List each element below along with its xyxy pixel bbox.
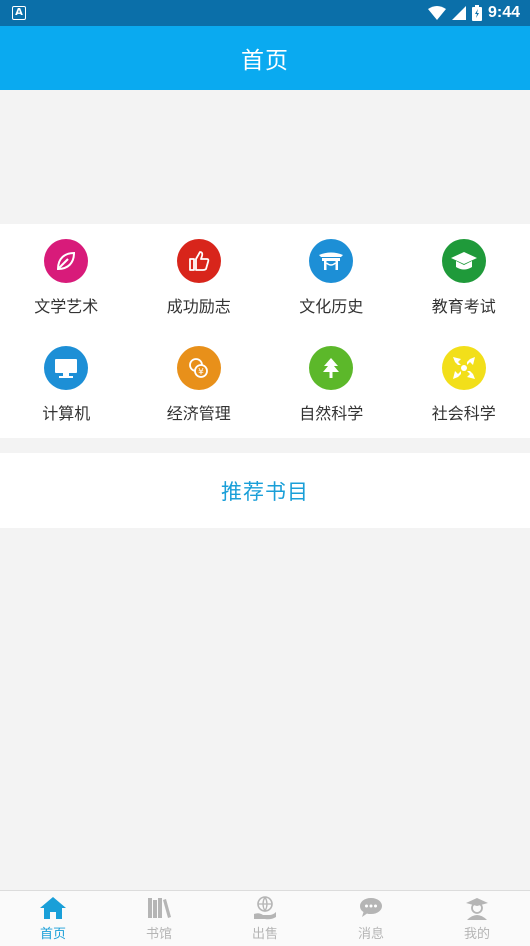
notification-a-icon: A — [12, 6, 26, 20]
recommend-title: 推荐书目 — [221, 479, 309, 504]
thumbs-up-icon — [176, 239, 221, 283]
category-label: 经济管理 — [166, 404, 231, 423]
svg-text:¥: ¥ — [198, 368, 204, 378]
banner[interactable] — [0, 90, 530, 224]
category-label: 文化历史 — [299, 297, 364, 316]
nav-messages[interactable]: 消息 — [318, 891, 424, 946]
nav-label: 首页 — [39, 927, 66, 942]
pavilion-icon — [309, 239, 354, 283]
nav-label: 我的 — [463, 927, 490, 942]
money-bag-icon: ¥ — [176, 346, 221, 390]
nav-label: 书馆 — [145, 927, 172, 942]
category-education-exam[interactable]: 教育考试 — [398, 224, 530, 331]
leaf-icon — [44, 239, 89, 283]
books-icon — [145, 895, 173, 921]
status-time: 9:44 — [487, 4, 520, 21]
status-bar: A 9:44 — [0, 0, 530, 26]
category-label: 成功励志 — [166, 297, 231, 316]
category-success[interactable]: 成功励志 — [133, 224, 266, 331]
category-culture-history[interactable]: 文化历史 — [265, 224, 398, 331]
signal-icon — [451, 6, 466, 20]
category-label: 自然科学 — [299, 404, 364, 423]
category-grid: 文学艺术 成功励志 文化历史 教育考试 计算机 ¥ 经济管理 自然科学 社会科学 — [0, 224, 530, 438]
nav-label: 出售 — [251, 927, 278, 942]
nav-home[interactable]: 首页 — [0, 891, 106, 946]
category-label: 社会科学 — [431, 404, 496, 423]
category-economy-management[interactable]: ¥ 经济管理 — [133, 331, 266, 438]
page-title: 首页 — [241, 48, 289, 74]
monitor-icon — [44, 346, 89, 390]
category-label: 教育考试 — [431, 297, 496, 316]
category-label: 计算机 — [42, 404, 91, 423]
recommend-section[interactable]: 推荐书目 — [0, 453, 530, 528]
content-area — [0, 528, 530, 890]
home-icon — [39, 895, 67, 921]
app-header: 首页 — [0, 26, 530, 90]
bottom-nav: 首页 书馆 出售 消息 我的 — [0, 890, 530, 946]
category-literature-art[interactable]: 文学艺术 — [0, 224, 133, 331]
category-computer[interactable]: 计算机 — [0, 331, 133, 438]
category-label: 文学艺术 — [34, 297, 99, 316]
battery-icon — [471, 5, 482, 21]
category-natural-science[interactable]: 自然科学 — [265, 331, 398, 438]
nav-profile[interactable]: 我的 — [424, 891, 530, 946]
globe-hand-icon — [251, 895, 279, 921]
wifi-icon — [427, 6, 446, 20]
user-avatar-icon — [463, 895, 491, 921]
nav-sell[interactable]: 出售 — [212, 891, 318, 946]
tree-icon — [309, 346, 354, 390]
arrows-expand-icon — [441, 346, 486, 390]
chat-bubble-icon — [357, 895, 385, 921]
category-social-science[interactable]: 社会科学 — [398, 331, 530, 438]
nav-library[interactable]: 书馆 — [106, 891, 212, 946]
graduation-cap-icon — [441, 239, 486, 283]
nav-label: 消息 — [357, 927, 384, 942]
